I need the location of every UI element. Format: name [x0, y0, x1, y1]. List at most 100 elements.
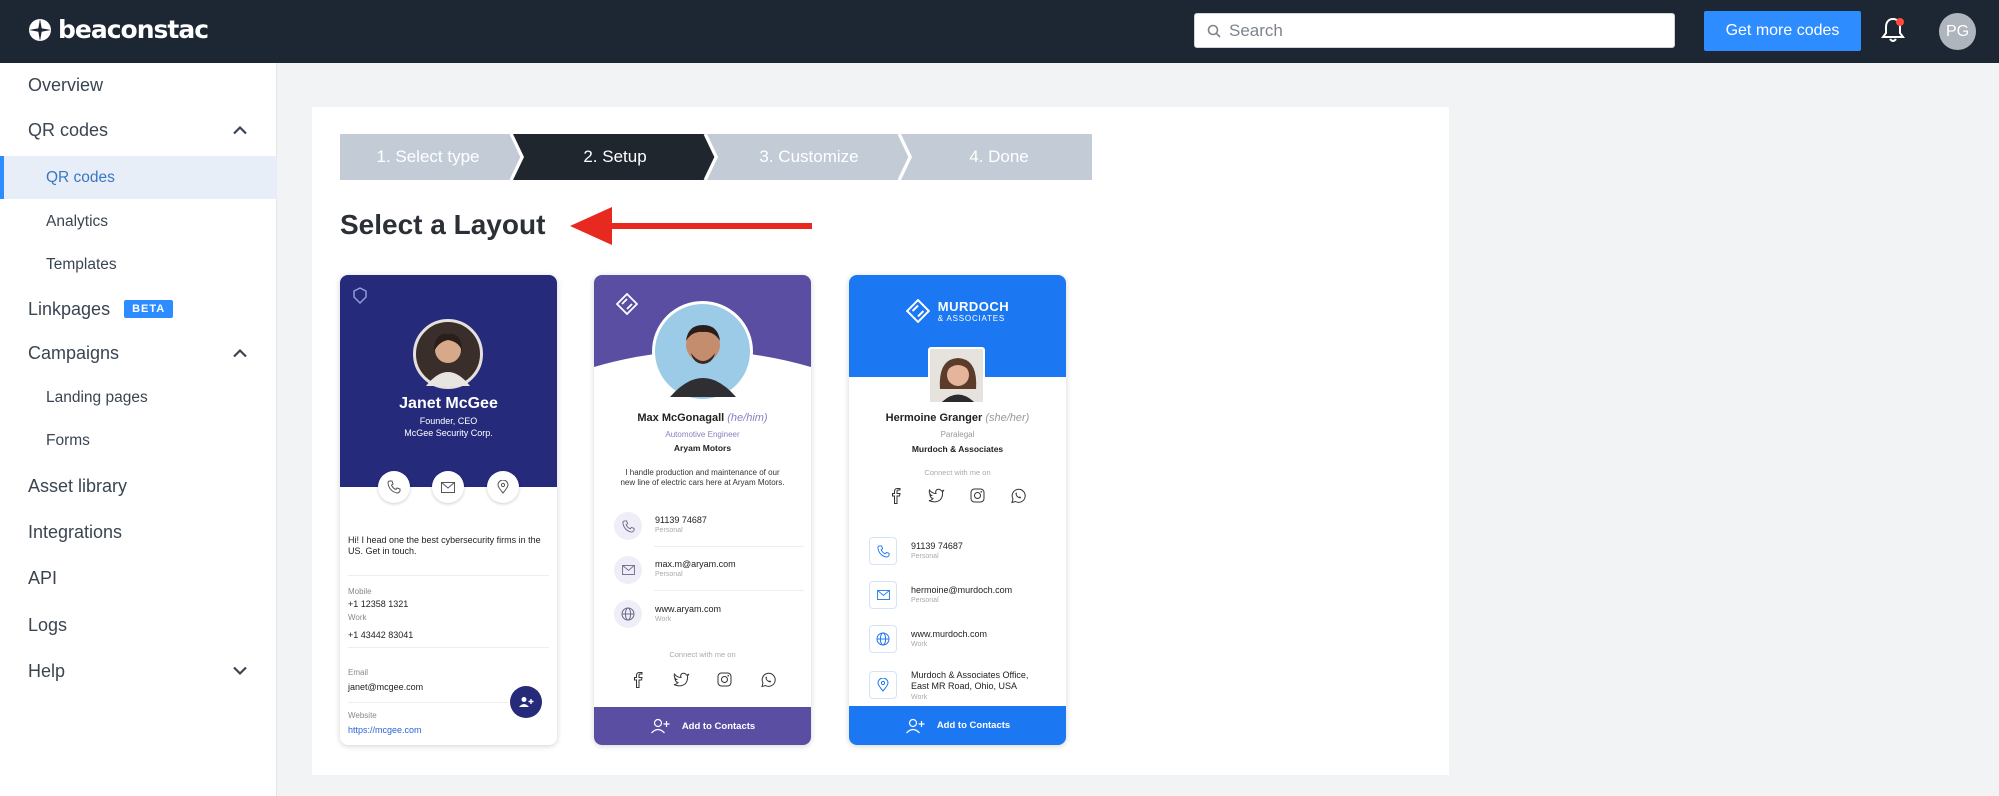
sidebar-item-label: QR codes	[46, 168, 115, 186]
card-job-title: Automotive Engineer	[665, 430, 740, 439]
chevron-up-icon[interactable]	[233, 348, 247, 358]
divider	[654, 590, 804, 591]
map-pin-icon-badge	[869, 671, 897, 699]
sidebar-item-qr-codes[interactable]: QR codes	[0, 156, 277, 199]
globe-icon-badge	[614, 600, 642, 628]
location-button[interactable]	[487, 471, 519, 503]
whatsapp-icon[interactable]	[1010, 488, 1026, 504]
whatsapp-icon[interactable]	[760, 672, 776, 688]
step-done[interactable]: 4. Done	[906, 134, 1092, 180]
chevron-down-icon[interactable]	[233, 666, 247, 676]
sidebar-item-label: Forms	[46, 432, 90, 449]
address-line-2: East MR Road, Ohio, USA	[911, 681, 1018, 691]
mail-icon-badge	[869, 581, 897, 609]
company-logo-icon	[353, 287, 367, 304]
mobile-label: Mobile	[348, 587, 372, 596]
sidebar-item-label: Integrations	[28, 521, 123, 542]
mail-icon	[441, 481, 455, 493]
sidebar-item-overview[interactable]: Overview	[0, 73, 277, 97]
globe-icon	[621, 607, 635, 621]
sidebar-item-label: Analytics	[46, 213, 109, 230]
card-pronoun: (he/him)	[727, 412, 768, 424]
step-customize[interactable]: 3. Customize	[712, 134, 906, 180]
add-to-contacts-button[interactable]: Add to Contacts	[849, 706, 1066, 745]
sidebar-item-qr-codes-group[interactable]: QR codes	[0, 118, 277, 142]
sidebar-item-label: Templates	[46, 256, 117, 273]
card-company: Murdoch & Associates	[911, 444, 1004, 454]
email-label: Personal	[655, 571, 683, 578]
website-link[interactable]: https://mcgee.com	[348, 725, 422, 735]
facebook-icon[interactable]	[631, 672, 645, 688]
sidebar-item-landing-pages[interactable]: Landing pages	[0, 386, 277, 410]
step-setup[interactable]: 2. Setup	[518, 134, 712, 180]
phone-label: Personal	[911, 553, 939, 560]
twitter-icon[interactable]	[928, 488, 945, 503]
card-job-title: Founder, CEO	[419, 416, 478, 426]
card-company: McGee Security Corp.	[404, 428, 493, 438]
profile-photo	[413, 319, 483, 389]
add-to-contacts-button[interactable]: Add to Contacts	[594, 707, 811, 745]
sidebar-item-label: Campaigns	[28, 342, 120, 363]
company-brand-name: MURDOCH	[937, 299, 1010, 314]
social-links	[631, 672, 776, 688]
step-select-type[interactable]: 1. Select type	[340, 134, 516, 180]
sidebar-item-api[interactable]: API	[0, 566, 277, 590]
sidebar-item-linkpages[interactable]: Linkpages BETA	[0, 296, 277, 322]
add-to-contacts-label: Add to Contacts	[936, 720, 1011, 731]
twitter-icon[interactable]	[673, 672, 690, 687]
mail-icon	[876, 590, 890, 600]
mobile-value: +1 12358 1321	[348, 599, 409, 609]
search-bar[interactable]	[1194, 13, 1675, 48]
email-value: max.m@aryam.com	[655, 559, 736, 569]
card-pronoun: (she/her)	[985, 412, 1030, 424]
phone-button[interactable]	[378, 471, 410, 503]
sidebar-item-integrations[interactable]: Integrations	[0, 520, 277, 544]
website-value[interactable]: www.aryam.com	[655, 604, 721, 614]
add-contact-fab[interactable]	[510, 686, 542, 718]
connect-label: Connect with me on	[669, 650, 736, 659]
red-arrow-annotation	[570, 207, 812, 245]
phone-icon	[876, 544, 890, 558]
user-avatar[interactable]: PG	[1939, 13, 1976, 50]
sidebar-item-label: Landing pages	[46, 389, 148, 406]
search-input[interactable]	[1229, 20, 1649, 41]
mail-icon	[621, 565, 635, 575]
sidebar-item-label: Asset library	[28, 475, 128, 496]
profile-photo	[928, 347, 985, 404]
website-value[interactable]: www.murdoch.com	[911, 629, 987, 639]
card-name: Janet McGee	[399, 395, 498, 412]
profile-photo	[652, 301, 753, 402]
sidebar-item-logs[interactable]: Logs	[0, 613, 277, 637]
divider	[654, 546, 804, 547]
brand-logo[interactable]: beaconstac	[28, 15, 209, 44]
address-label: Work	[911, 694, 928, 701]
sidebar-item-help[interactable]: Help	[0, 659, 277, 683]
website-label: Website	[348, 711, 377, 720]
get-more-codes-button[interactable]: Get more codes	[1704, 11, 1861, 51]
card-company: Aryam Motors	[673, 443, 732, 453]
phone-value: 91139 74687	[655, 515, 707, 525]
add-user-icon	[519, 697, 534, 707]
email-button[interactable]	[432, 471, 464, 503]
card-bio-line-2: new line of electric cars here at Aryam …	[620, 478, 785, 487]
card-name-row: Max McGonagall (he/him)	[594, 412, 811, 424]
sidebar-item-forms[interactable]: Forms	[0, 429, 277, 453]
layout-card-3[interactable]: MURDOCH & ASSOCIATES Hermoine Granger (s…	[849, 275, 1066, 745]
sidebar-item-campaigns-group[interactable]: Campaigns	[0, 341, 277, 365]
beta-badge: BETA	[124, 300, 174, 318]
sidebar-item-templates[interactable]: Templates	[0, 253, 277, 277]
instagram-icon[interactable]	[717, 672, 732, 687]
divider	[348, 647, 549, 648]
sidebar-item-analytics[interactable]: Analytics	[0, 210, 277, 234]
phone-icon-badge	[869, 537, 897, 565]
card-name-row: Hermoine Granger (she/her)	[849, 412, 1066, 424]
layout-card-2[interactable]: Max McGonagall (he/him) Automotive Engin…	[594, 275, 811, 745]
facebook-icon[interactable]	[889, 488, 903, 504]
card-name: Hermoine Granger	[885, 412, 983, 424]
sidebar-item-asset-library[interactable]: Asset library	[0, 474, 277, 498]
company-logo-icon	[905, 299, 930, 323]
layout-card-1[interactable]: Janet McGee Founder, CEO McGee Security …	[340, 275, 557, 745]
chevron-up-icon[interactable]	[233, 125, 247, 135]
notifications-button[interactable]	[1880, 16, 1908, 46]
instagram-icon[interactable]	[970, 488, 985, 503]
